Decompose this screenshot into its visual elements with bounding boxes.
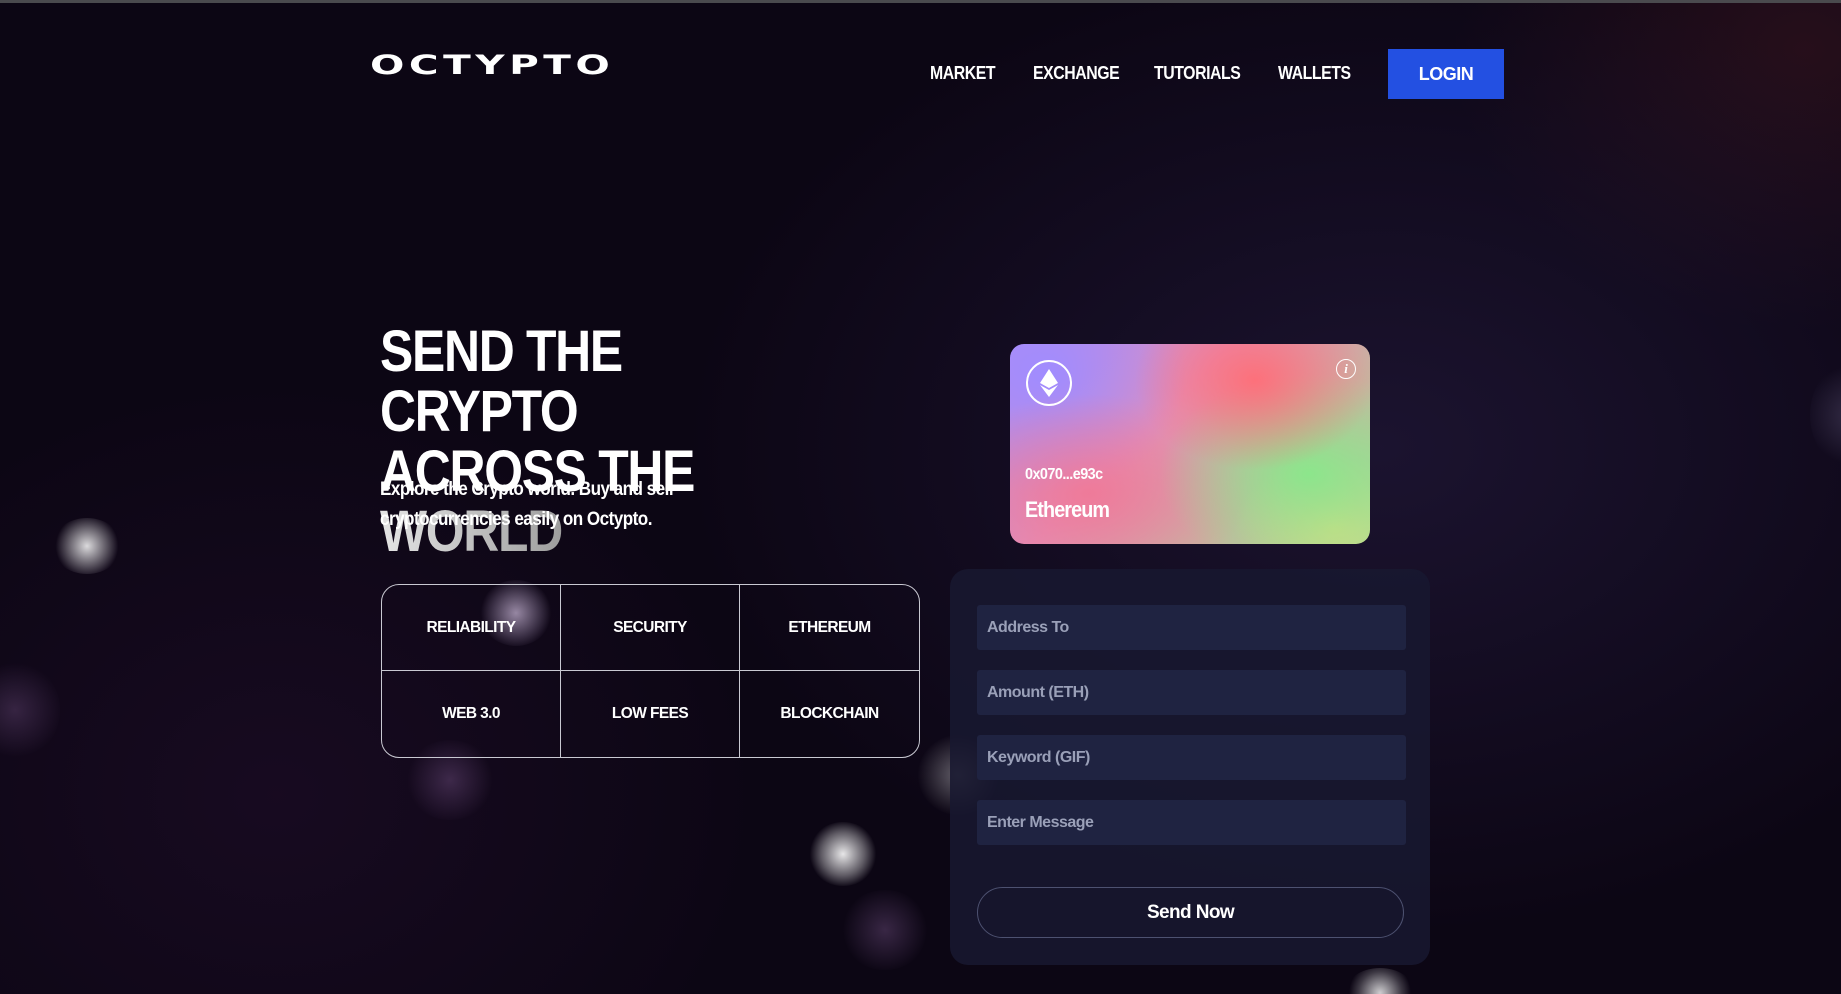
bokeh-light bbox=[52, 518, 122, 574]
features-grid: RELIABILITY SECURITY ETHEREUM WEB 3.0 LO… bbox=[381, 584, 920, 758]
bokeh-light bbox=[808, 822, 878, 886]
bokeh-light bbox=[0, 660, 60, 760]
nav-item-market[interactable]: MARKET bbox=[930, 63, 996, 84]
feature-reliability: RELIABILITY bbox=[382, 585, 561, 671]
feature-ethereum: ETHEREUM bbox=[740, 585, 919, 671]
nav-item-wallets[interactable]: WALLETS bbox=[1278, 63, 1351, 84]
feature-security: SECURITY bbox=[561, 585, 740, 671]
ethereum-icon bbox=[1040, 369, 1058, 397]
amount-input[interactable] bbox=[977, 670, 1406, 715]
network-name: Ethereum bbox=[1025, 497, 1110, 522]
bokeh-light bbox=[1345, 968, 1415, 994]
ethereum-logo-badge bbox=[1026, 360, 1072, 406]
info-icon[interactable]: i bbox=[1336, 359, 1356, 379]
browser-top-border bbox=[0, 0, 1841, 3]
send-now-button[interactable]: Send Now bbox=[977, 887, 1404, 938]
keyword-input[interactable] bbox=[977, 735, 1406, 780]
bokeh-light bbox=[1810, 360, 1841, 470]
send-form: Send Now bbox=[950, 569, 1430, 965]
feature-blockchain: BLOCKCHAIN bbox=[780, 705, 879, 722]
wallet-address: 0x070...e93c bbox=[1025, 466, 1103, 483]
message-input[interactable] bbox=[977, 800, 1406, 845]
login-button[interactable]: LOGIN bbox=[1388, 49, 1504, 99]
feature-low-fees: LOW FEES bbox=[561, 671, 740, 757]
bokeh-light bbox=[840, 890, 930, 970]
main-nav: MARKET EXCHANGE TUTORIALS WALLETS bbox=[0, 49, 1841, 99]
nav-item-tutorials[interactable]: TUTORIALS bbox=[1154, 63, 1241, 84]
page: OCTYPTO MARKET EXCHANGE TUTORIALS WALLET… bbox=[0, 0, 1841, 994]
ethereum-card: i 0x070...e93c Ethereum bbox=[1010, 344, 1370, 544]
hero-subtitle: Explore the Crypto world. Buy and sell c… bbox=[380, 479, 674, 530]
feature-web3: WEB 3.0 bbox=[382, 671, 561, 757]
nav-item-exchange[interactable]: EXCHANGE bbox=[1033, 63, 1120, 84]
hero-title-line1: SEND THE CRYPTO bbox=[380, 319, 623, 444]
address-to-input[interactable] bbox=[977, 605, 1406, 650]
